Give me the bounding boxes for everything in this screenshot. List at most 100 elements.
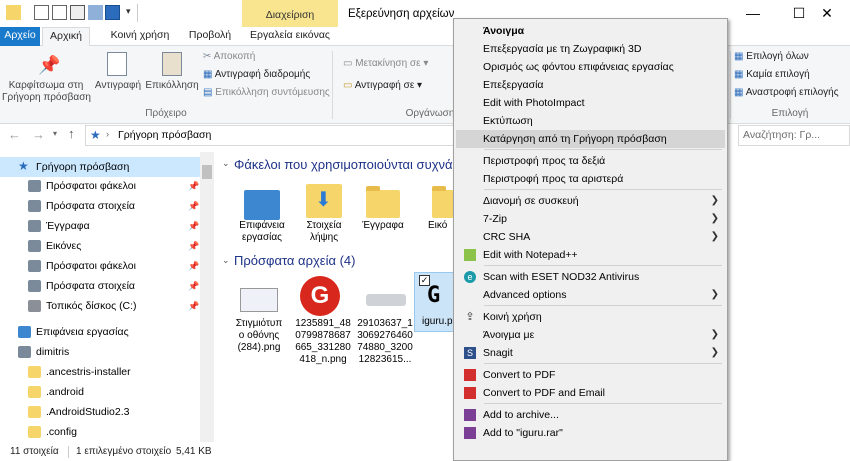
address-bar[interactable]: ★ › Γρήγορη πρόσβαση: [85, 125, 455, 146]
file-label: 29103637_1 3069276460 74880_3200 1282361…: [357, 318, 413, 365]
copy-to-icon: ▭: [343, 80, 355, 91]
invert-selection-button[interactable]: ▦ Αναστροφή επιλογής: [734, 84, 839, 102]
properties-icon[interactable]: [34, 5, 49, 20]
nav-item-label: .config: [46, 426, 77, 438]
tab-file[interactable]: Αρχείο: [0, 27, 40, 46]
navigation-pane: ★ Γρήγορη πρόσβαση Πρόσφατοι φάκελοι 📌 Πρόσφ…: [0, 152, 214, 442]
menu-item[interactable]: 7-Zip ❯: [456, 210, 725, 228]
menu-item-label: Κοινή χρήση: [483, 311, 542, 323]
paste-icon: [162, 52, 182, 76]
collapse-chevron-icon[interactable]: ⌄: [222, 158, 230, 169]
winrar-icon: [464, 427, 476, 439]
nav-item[interactable]: Τοπικός δίσκος (C:) 📌: [0, 296, 200, 316]
menu-item[interactable]: e Scan with ESET NOD32 Antivirus: [456, 268, 725, 286]
nav-item[interactable]: Πρόσφατα στοιχεία 📌: [0, 276, 200, 296]
menu-item[interactable]: Άνοιγμα με ❯: [456, 326, 725, 344]
paste-shortcut-button[interactable]: ▤ Επικόλληση συντόμευσης: [203, 84, 330, 102]
menu-item[interactable]: Περιστροφή προς τα δεξιά: [456, 152, 725, 170]
window-title: Εξερεύνηση αρχείων: [348, 8, 455, 20]
screenshot-thumbnail[interactable]: [240, 288, 278, 312]
menu-item[interactable]: Διανομή σε συσκευή ❯: [456, 192, 725, 210]
nav-scrollbar[interactable]: [200, 152, 214, 442]
nav-scrollbar-thumb[interactable]: [202, 165, 212, 179]
forward-arrow-icon[interactable]: →: [32, 127, 45, 142]
g-logo-thumbnail[interactable]: G: [300, 276, 340, 316]
close-icon[interactable]: ✕: [804, 0, 850, 27]
downloads-icon[interactable]: ⬇: [306, 184, 342, 218]
menu-item[interactable]: ⇪ Κοινή χρήση: [456, 308, 725, 326]
recent-locations-icon[interactable]: ▾: [53, 129, 57, 138]
tab-share[interactable]: Κοινή χρήση: [100, 27, 180, 46]
menu-item[interactable]: Edit with Notepad++: [456, 246, 725, 264]
copy-button[interactable]: Αντιγραφή: [92, 80, 144, 92]
menu-item[interactable]: S Snagit ❯: [456, 344, 725, 362]
folder-icon: [28, 386, 41, 398]
search-input[interactable]: Αναζήτηση: Γρ...: [738, 125, 850, 146]
menu-item[interactable]: Επεξεργασία: [456, 76, 725, 94]
menu-item[interactable]: Convert to PDF and Email: [456, 384, 725, 402]
frequent-folders-header[interactable]: Φάκελοι που χρησιμοποιούνται συχνά: [234, 157, 453, 172]
nav-item[interactable]: Έγγραφα 📌: [0, 216, 200, 236]
select-all-button[interactable]: ▦ Επιλογή όλων: [734, 48, 809, 66]
menu-item[interactable]: Edit with PhotoImpact: [456, 94, 725, 112]
select-all-label: Επιλογή όλων: [746, 51, 809, 62]
cut-label: Αποκοπή: [213, 51, 256, 62]
copy-path-button[interactable]: ▦ Αντιγραφή διαδρομής: [203, 66, 310, 84]
menu-item[interactable]: Κατάργηση από τη Γρήγορη πρόσβαση: [456, 130, 725, 148]
recent-files-header[interactable]: Πρόσφατα αρχεία (4): [234, 253, 356, 268]
pin-small-icon[interactable]: [70, 5, 85, 20]
back-arrow-icon[interactable]: ←: [8, 127, 21, 142]
invert-selection-icon: ▦: [734, 87, 746, 98]
nav-item[interactable]: .android: [0, 382, 200, 402]
nav-item[interactable]: .config: [0, 422, 200, 442]
qat-dropdown-icon[interactable]: ▾: [126, 6, 131, 17]
up-arrow-icon[interactable]: ↑: [68, 126, 75, 141]
nav-item[interactable]: Πρόσφατοι φάκελοι 📌: [0, 176, 200, 196]
menu-item[interactable]: Convert to PDF: [456, 366, 725, 384]
checkbox-icon[interactable]: [105, 5, 120, 20]
tab-home[interactable]: Αρχική: [42, 27, 90, 47]
nav-item[interactable]: dimitris: [0, 342, 200, 362]
pin-quick-access-button[interactable]: Καρφίτσωμα στη Γρήγορη πρόσβαση: [2, 80, 91, 104]
tab-picture-tools[interactable]: Εργαλεία εικόνας: [245, 27, 335, 46]
select-none-button[interactable]: ▦ Καμία επιλογή: [734, 66, 810, 84]
copy-to-button[interactable]: ▭ Αντιγραφή σε ▾: [343, 77, 422, 95]
pin-icon: 📌: [188, 261, 200, 271]
pin-icon: 📌: [188, 301, 200, 311]
nav-item[interactable]: Επιφάνεια εργασίας: [0, 322, 200, 342]
menu-item[interactable]: Άνοιγμα: [456, 22, 725, 40]
nav-item[interactable]: .AndroidStudio2.3: [0, 402, 200, 422]
recent-items-icon: [28, 280, 41, 292]
desktop-icon[interactable]: [244, 190, 280, 220]
menu-item[interactable]: Add to archive...: [456, 406, 725, 424]
collapse-chevron-icon[interactable]: ⌄: [222, 255, 230, 266]
manage-tab[interactable]: Διαχείριση: [242, 0, 338, 27]
nav-item[interactable]: Πρόσφατα στοιχεία 📌: [0, 196, 200, 216]
minimize-icon[interactable]: —: [730, 0, 776, 27]
move-to-button[interactable]: ▭ Μετακίνηση σε ▾: [343, 55, 428, 73]
nav-item[interactable]: .ancestris-installer: [0, 362, 200, 382]
pictures-folder-icon[interactable]: [432, 186, 454, 218]
menu-item[interactable]: Add to "iguru.rar": [456, 424, 725, 442]
nav-item[interactable]: Εικόνες 📌: [0, 236, 200, 256]
new-file-icon[interactable]: [52, 5, 67, 20]
tab-view[interactable]: Προβολή: [182, 27, 238, 46]
nav-item[interactable]: Πρόσφατοι φάκελοι 📌: [0, 256, 200, 276]
folder-label: Εικό: [428, 220, 448, 231]
cut-button[interactable]: ✂ Αποκοπή: [203, 48, 255, 66]
menu-item[interactable]: Ορισμός ως φόντου επιφάνειας εργασίας: [456, 58, 725, 76]
menu-item[interactable]: CRC SHA ❯: [456, 228, 725, 246]
paste-button[interactable]: Επικόλληση: [144, 80, 200, 92]
scissors-icon: ✂: [203, 51, 214, 62]
nav-item[interactable]: ★ Γρήγορη πρόσβαση: [0, 157, 200, 177]
menu-item[interactable]: Advanced options ❯: [456, 286, 725, 304]
menu-item[interactable]: Εκτύπωση: [456, 112, 725, 130]
menu-item[interactable]: Περιστροφή προς τα αριστερά: [456, 170, 725, 188]
picture-icon[interactable]: [88, 5, 103, 20]
ship-thumbnail[interactable]: [366, 294, 406, 306]
documents-folder-icon[interactable]: [366, 186, 400, 218]
breadcrumb[interactable]: Γρήγορη πρόσβαση: [118, 129, 211, 141]
menu-item[interactable]: Επεξεργασία με τη Ζωγραφική 3D: [456, 40, 725, 58]
star-icon: ★: [90, 128, 101, 142]
select-none-icon: ▦: [734, 69, 747, 80]
